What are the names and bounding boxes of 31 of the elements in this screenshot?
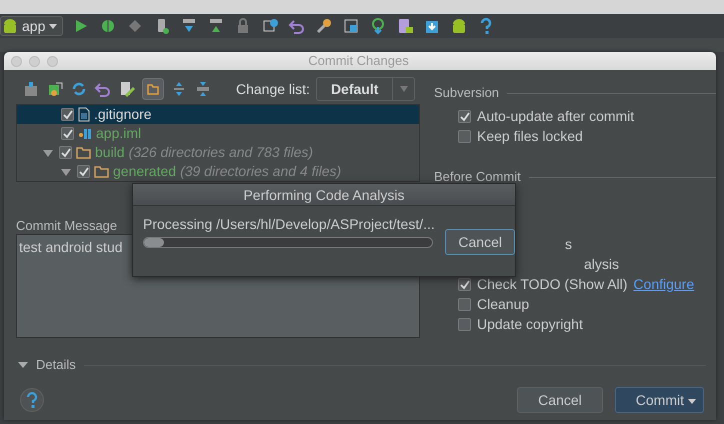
file-name: build — [95, 143, 125, 162]
option-label: s — [565, 234, 572, 254]
file-count: (326 directories and 783 files) — [128, 143, 314, 162]
cancel-button[interactable]: Cancel — [445, 229, 515, 255]
option-label: Update copyright — [477, 314, 583, 334]
section-heading: Subversion — [434, 84, 500, 102]
commit-message-label: Commit Message — [16, 217, 118, 234]
cancel-button[interactable]: Cancel — [517, 387, 603, 413]
tree-row[interactable]: .gitignore — [17, 105, 419, 124]
tree-row[interactable]: build (326 directories and 783 files) — [17, 143, 419, 162]
file-name: generated — [113, 162, 176, 181]
commit-button[interactable]: Commit — [614, 387, 704, 413]
file-name: .gitignore — [94, 105, 152, 124]
run-config-dropdown[interactable]: app — [0, 16, 64, 36]
option-label: Keep files locked — [477, 126, 583, 146]
details-toggle[interactable]: Details — [36, 355, 76, 375]
file-count: (39 directories and 4 files) — [180, 162, 342, 181]
file-name: app.iml — [96, 124, 142, 143]
progress-message: Processing /Users/hl/Develop/ASProject/test/... — [142, 215, 436, 234]
change-list-label: Change list: — [236, 80, 310, 99]
option-label: alysis — [584, 254, 620, 274]
window-title: Commit Changes — [307, 52, 410, 70]
change-list-dropdown[interactable]: Default — [316, 77, 416, 101]
option-label: Check TODO (Show All) — [477, 274, 628, 294]
section-heading: Before Commit — [434, 168, 521, 186]
progress-title: Performing Code Analysis — [133, 184, 515, 206]
tree-row[interactable]: app.iml — [17, 124, 419, 143]
tree-row[interactable]: generated (39 directories and 4 files) — [17, 162, 419, 181]
option-label: Cleanup — [477, 294, 530, 314]
configure-link[interactable]: Configure — [633, 274, 694, 294]
option-label: Auto-update after commit — [477, 106, 634, 126]
